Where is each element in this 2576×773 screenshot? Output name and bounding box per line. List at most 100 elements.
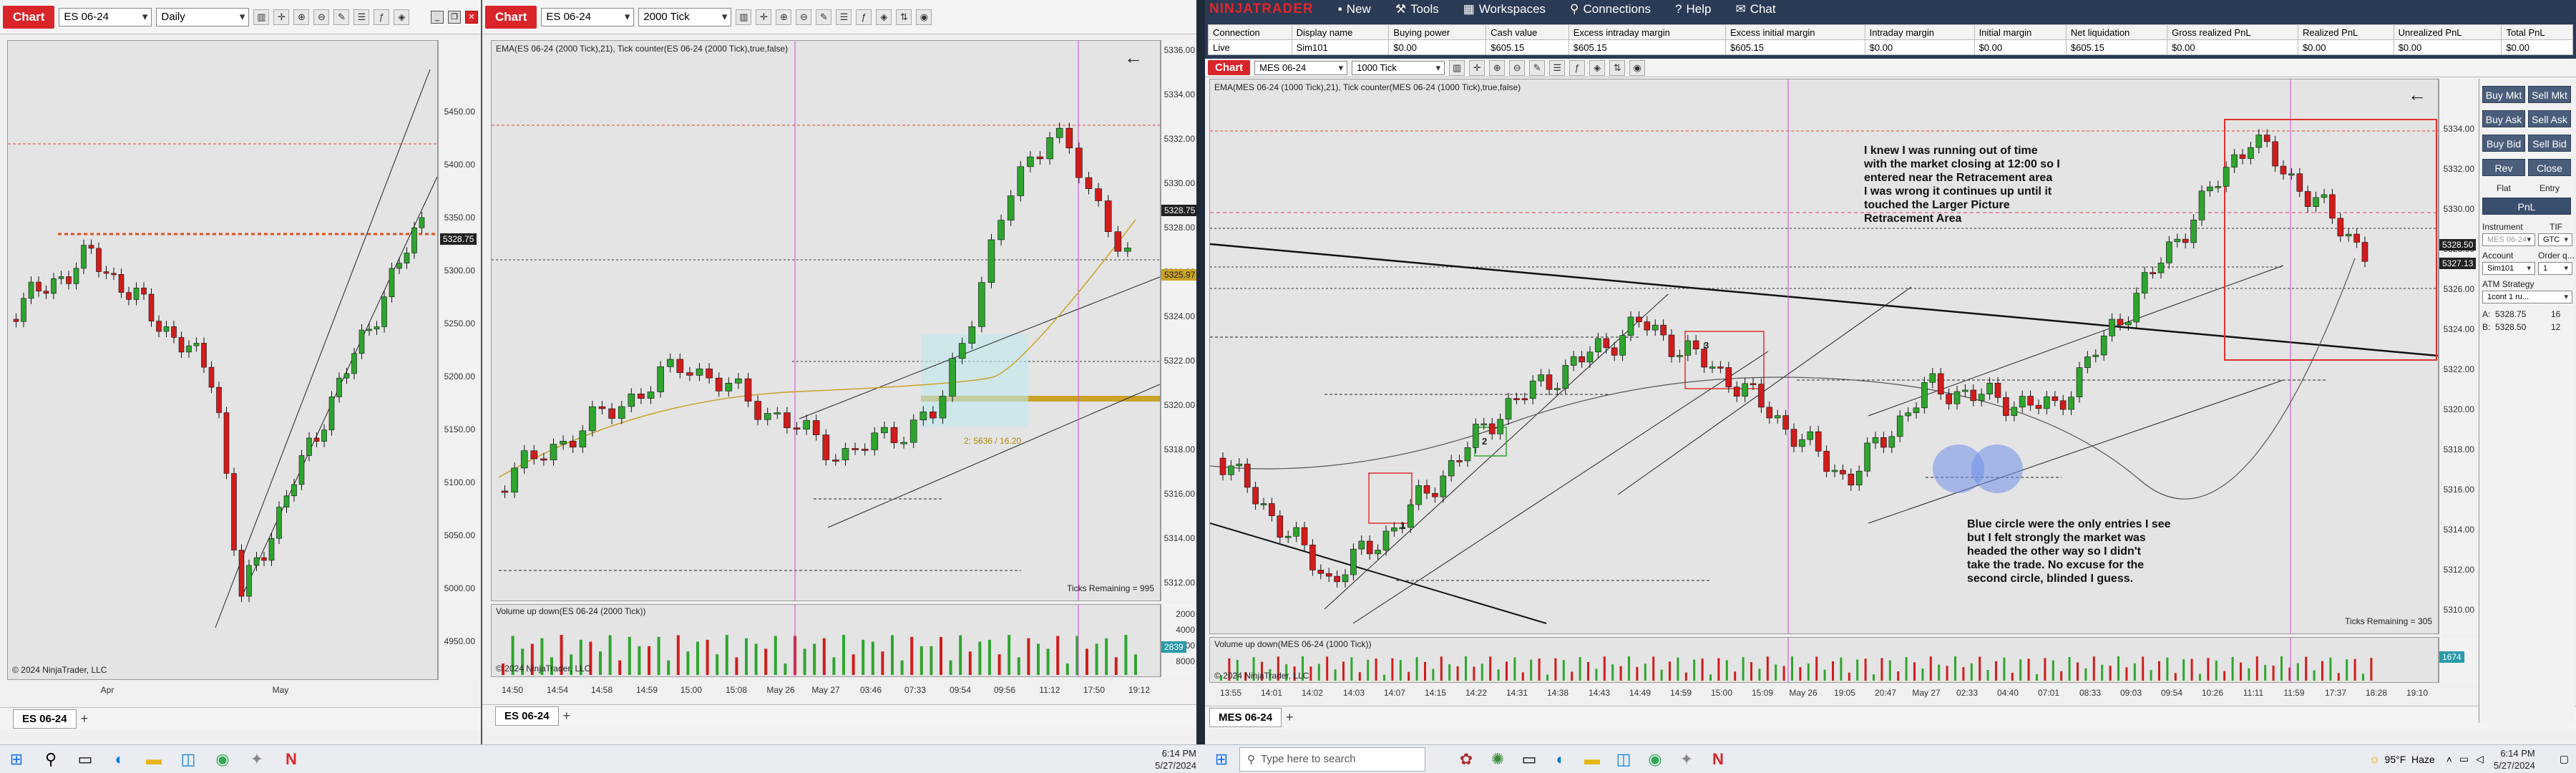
- strategies-icon[interactable]: ◈: [1589, 59, 1606, 76]
- instrument-selector[interactable]: ES 06-24: [541, 7, 635, 26]
- chrome-icon[interactable]: ◉: [1643, 747, 1667, 772]
- drawing-tools-icon[interactable]: ✎: [333, 9, 350, 25]
- restore-icon[interactable]: ❐: [448, 10, 461, 24]
- column-header[interactable]: Connection: [1208, 24, 1292, 40]
- menu-help[interactable]: ? Help: [1675, 2, 1711, 16]
- chart-trader-icon[interactable]: ⇅: [1609, 59, 1626, 76]
- volume-panel[interactable]: Volume up down(MES 06-24 (1000 Tick)) © …: [1209, 637, 2439, 683]
- menu-workspaces[interactable]: ▦ Workspaces: [1463, 2, 1546, 16]
- price-panel[interactable]: © 2024 NinjaTrader, LLC: [7, 40, 438, 680]
- properties-icon[interactable]: ☰: [836, 9, 852, 25]
- interval-selector[interactable]: 1000 Tick: [1352, 60, 1445, 75]
- strategies-icon[interactable]: ◈: [394, 9, 410, 25]
- windows-start-icon[interactable]: ⊞: [1209, 747, 1234, 772]
- app-icon[interactable]: ✦: [1674, 747, 1699, 772]
- back-arrow-icon[interactable]: ←: [1124, 47, 1143, 69]
- accounts-row[interactable]: Live Sim101 $0.00 $605.15 $605.15 $605.15 $0.0…: [1208, 39, 2573, 55]
- chart-tab[interactable]: MES 06-24: [1209, 708, 1282, 727]
- interval-selector[interactable]: 2000 Tick: [638, 7, 732, 26]
- file-explorer-icon[interactable]: ▬: [142, 747, 166, 772]
- back-arrow-icon[interactable]: ←: [2408, 84, 2426, 106]
- instrument-selector[interactable]: MES 06-24: [1254, 60, 1348, 75]
- interval-selector[interactable]: Daily: [156, 7, 250, 26]
- column-header[interactable]: Realized PnL: [2297, 24, 2394, 40]
- column-header[interactable]: Unrealized PnL: [2393, 24, 2502, 40]
- crosshair-icon[interactable]: ✛: [756, 9, 772, 25]
- store-icon[interactable]: ◫: [176, 747, 200, 772]
- bar-type-icon[interactable]: ▥: [1449, 59, 1465, 76]
- indicators-icon[interactable]: ƒ: [856, 9, 872, 25]
- strategies-icon[interactable]: ◈: [876, 9, 892, 25]
- ninjatrader-icon[interactable]: N: [1706, 747, 1730, 772]
- buy-ask-button[interactable]: Buy Ask: [2482, 110, 2525, 127]
- instrument-field[interactable]: MES 06-24: [2482, 233, 2535, 246]
- search-box[interactable]: ⚲ Type here to search: [1239, 747, 1425, 772]
- close-icon[interactable]: ✕: [465, 10, 478, 24]
- menu-tools[interactable]: ⚒ Tools: [1395, 2, 1439, 16]
- bar-type-icon[interactable]: ▥: [736, 9, 752, 25]
- add-tab-icon[interactable]: +: [563, 709, 571, 724]
- zoom-out-icon[interactable]: ⊖: [796, 9, 812, 25]
- file-explorer-icon[interactable]: ▬: [1580, 747, 1604, 772]
- notifications-icon[interactable]: ▢: [2560, 753, 2569, 765]
- network-icon[interactable]: ▭: [2459, 753, 2469, 765]
- account-selector[interactable]: Sim101: [2482, 262, 2535, 275]
- chart-tab[interactable]: ES 06-24: [495, 706, 559, 726]
- menu-new[interactable]: ▪ New: [1338, 2, 1371, 16]
- zoom-out-icon[interactable]: ⊖: [313, 9, 330, 25]
- ninjatrader-icon[interactable]: N: [279, 747, 303, 772]
- tray-chevron-icon[interactable]: ˄: [2446, 754, 2452, 765]
- price-panel[interactable]: EMA(ES 06-24 (2000 Tick),21), Tick count…: [491, 40, 1161, 601]
- reverse-button[interactable]: Rev: [2482, 159, 2525, 176]
- chart-menu-button[interactable]: Chart: [3, 5, 55, 29]
- sell-bid-button[interactable]: Sell Bid: [2528, 135, 2571, 152]
- search-icon[interactable]: ⚲: [39, 747, 63, 772]
- task-view-icon[interactable]: ▭: [73, 747, 97, 772]
- add-tab-icon[interactable]: +: [81, 711, 89, 726]
- crosshair-icon[interactable]: ✛: [1469, 59, 1485, 76]
- zoom-in-icon[interactable]: ⊕: [776, 9, 792, 25]
- atm-strategy-selector[interactable]: 1cont 1 ru...: [2482, 291, 2572, 303]
- buy-market-button[interactable]: Buy Mkt: [2482, 86, 2525, 103]
- system-clock[interactable]: 6:14 PM 5/27/2024: [2494, 747, 2535, 772]
- menu-chat[interactable]: ✉ Chat: [1735, 2, 1775, 16]
- add-tab-icon[interactable]: +: [1286, 710, 1294, 725]
- column-header[interactable]: Display name: [1291, 24, 1390, 40]
- chart-menu-button[interactable]: Chart: [485, 5, 537, 29]
- chart-menu-button[interactable]: Chart: [1208, 60, 1251, 75]
- edge-icon[interactable]: ◐: [107, 747, 132, 772]
- volume-panel[interactable]: Volume up down(ES 06-24 (2000 Tick)) © 2…: [491, 604, 1161, 677]
- chrome-icon[interactable]: ◉: [210, 747, 235, 772]
- zoom-in-icon[interactable]: ⊕: [1489, 59, 1506, 76]
- minimize-icon[interactable]: _: [431, 10, 444, 24]
- app-icon[interactable]: ✦: [245, 747, 269, 772]
- edge-icon[interactable]: ◐: [1548, 747, 1573, 772]
- news-icon[interactable]: ✿: [1454, 747, 1478, 772]
- column-header[interactable]: Intraday margin: [1864, 24, 1975, 40]
- tif-selector[interactable]: GTC: [2538, 233, 2572, 246]
- snapshot-icon[interactable]: ◉: [916, 9, 932, 25]
- close-position-button[interactable]: Close: [2528, 159, 2571, 176]
- column-header[interactable]: Total PnL: [2501, 24, 2573, 40]
- snapshot-icon[interactable]: ◉: [1629, 59, 1646, 76]
- bar-type-icon[interactable]: ▥: [253, 9, 270, 25]
- column-header[interactable]: Buying power: [1388, 24, 1487, 40]
- properties-icon[interactable]: ☰: [1549, 59, 1566, 76]
- drawing-tools-icon[interactable]: ✎: [1529, 59, 1546, 76]
- store-icon[interactable]: ◫: [1611, 747, 1636, 772]
- weather-widget-icon[interactable]: ✺: [1485, 747, 1510, 772]
- buy-bid-button[interactable]: Buy Bid: [2482, 135, 2525, 152]
- properties-icon[interactable]: ☰: [353, 9, 370, 25]
- column-header[interactable]: Cash value: [1485, 24, 1569, 40]
- column-header[interactable]: Net liquidation: [2065, 24, 2168, 40]
- zoom-in-icon[interactable]: ⊕: [293, 9, 310, 25]
- menu-connections[interactable]: ⚲ Connections: [1570, 2, 1651, 16]
- indicators-icon[interactable]: ƒ: [1569, 59, 1586, 76]
- chart-trader-icon[interactable]: ⇅: [896, 9, 912, 25]
- column-header[interactable]: Gross realized PnL: [2167, 24, 2298, 40]
- quantity-stepper[interactable]: 1: [2538, 262, 2572, 275]
- volume-icon[interactable]: ◁: [2476, 753, 2484, 765]
- sell-market-button[interactable]: Sell Mkt: [2528, 86, 2571, 103]
- crosshair-icon[interactable]: ✛: [273, 9, 290, 25]
- indicators-icon[interactable]: ƒ: [374, 9, 390, 25]
